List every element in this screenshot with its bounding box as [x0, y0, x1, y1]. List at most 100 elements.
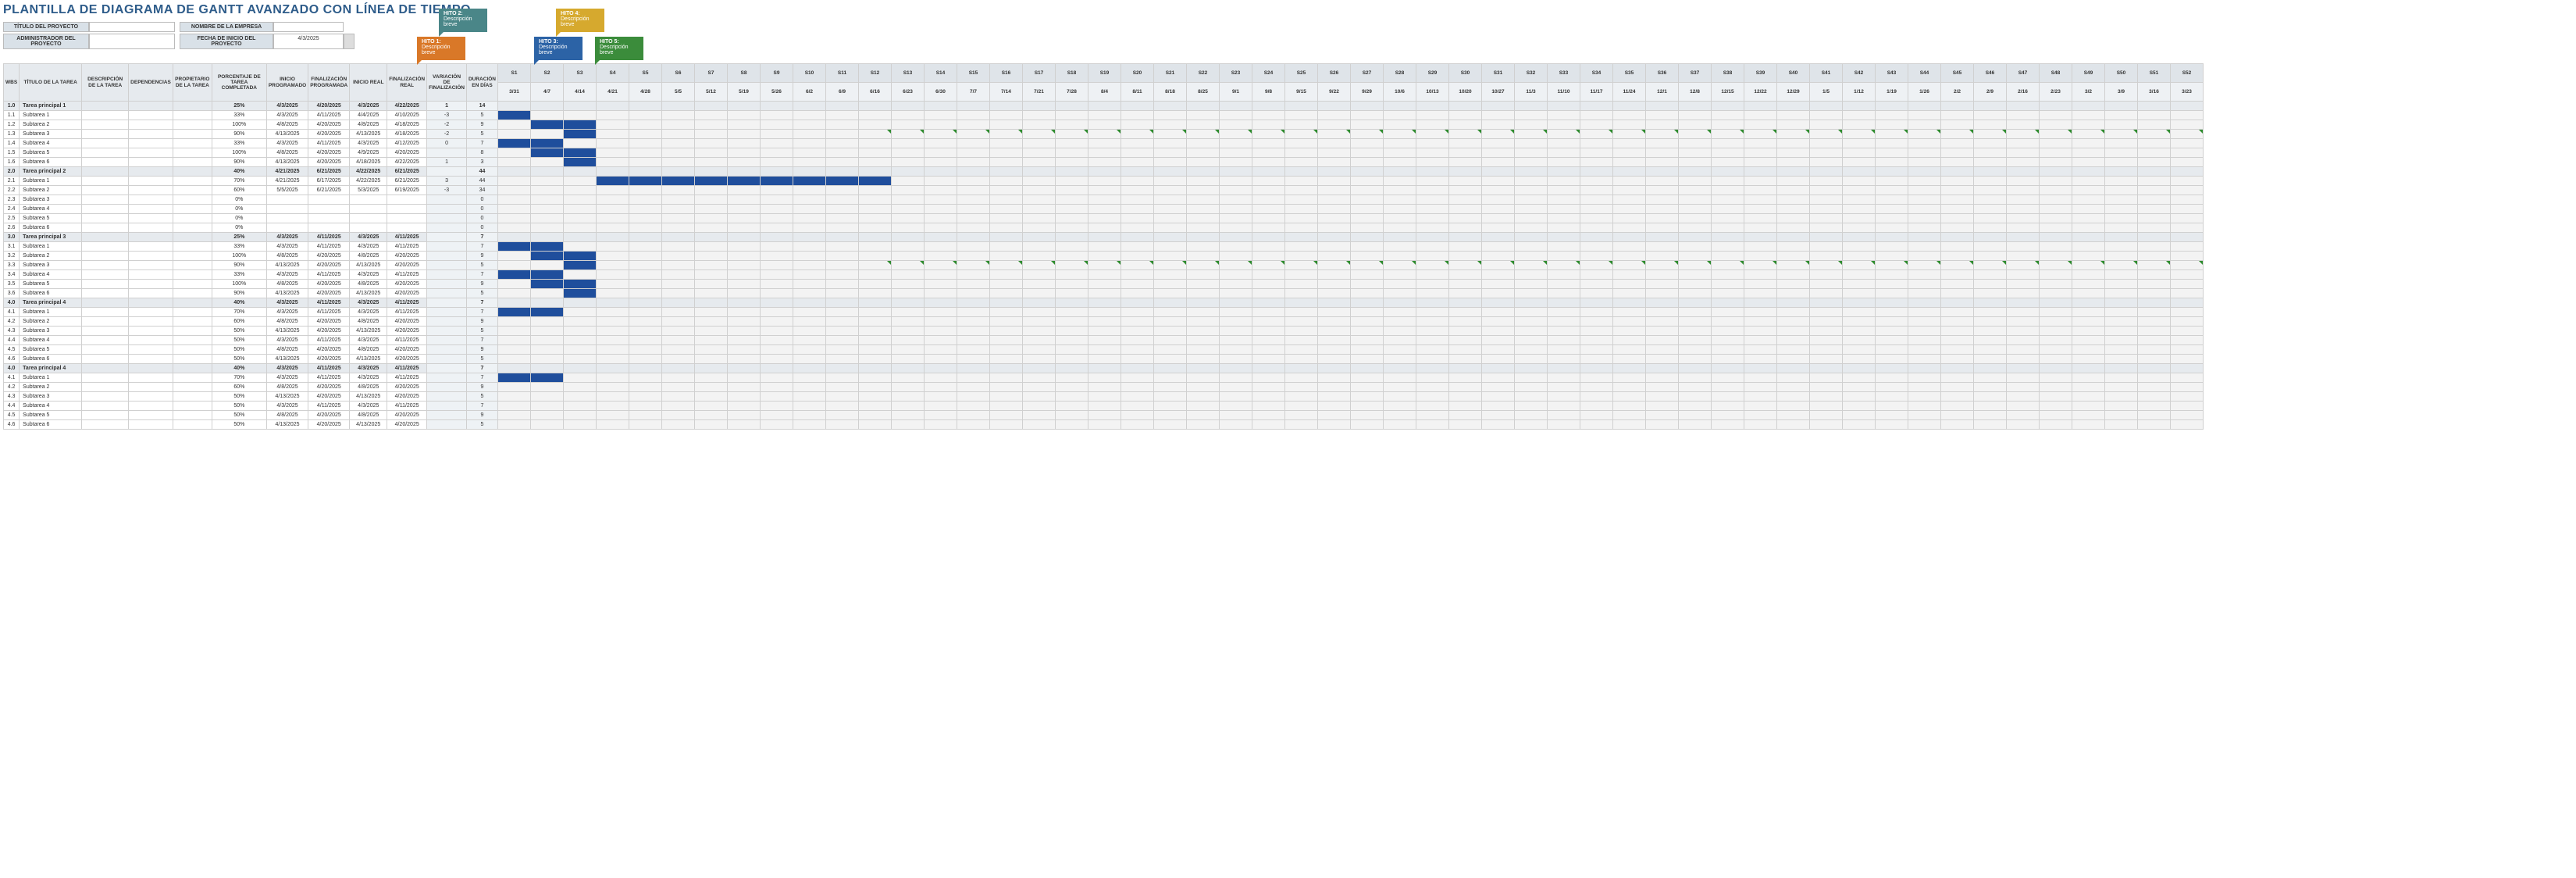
cell[interactable]: 4/11/2025 [308, 336, 350, 345]
gantt-cell[interactable] [1056, 317, 1088, 327]
day-header[interactable]: 3/16 [2138, 83, 2171, 102]
gantt-cell[interactable] [1384, 280, 1416, 289]
cell[interactable]: 4/20/2025 [308, 252, 350, 261]
gantt-cell[interactable] [1876, 270, 1908, 280]
gantt-cell[interactable] [2007, 111, 2040, 120]
gantt-cell[interactable] [1908, 289, 1941, 298]
gantt-cell[interactable] [695, 317, 728, 327]
gantt-cell[interactable] [1449, 233, 1482, 242]
gantt-cell[interactable] [1580, 223, 1613, 233]
gantt-cell[interactable] [1318, 130, 1351, 139]
gantt-cell[interactable] [695, 411, 728, 420]
gantt-cell[interactable] [1777, 308, 1810, 317]
gantt-cell[interactable] [2171, 139, 2204, 148]
gantt-cell[interactable] [564, 139, 597, 148]
gantt-cell[interactable] [1810, 364, 1843, 373]
gantt-cell[interactable] [859, 214, 892, 223]
gantt-cell[interactable] [859, 139, 892, 148]
day-header[interactable]: 10/13 [1416, 83, 1449, 102]
gantt-cell[interactable] [1712, 355, 1744, 364]
gantt-cell[interactable] [1876, 214, 1908, 223]
gantt-cell[interactable] [1908, 270, 1941, 280]
cell[interactable]: 9 [466, 383, 497, 392]
table-row[interactable]: 2.6Subtarea 60%0 [4, 223, 2204, 233]
gantt-cell[interactable] [1187, 336, 1220, 345]
gantt-cell[interactable] [1252, 130, 1285, 139]
gantt-cell[interactable] [498, 111, 531, 120]
gantt-cell[interactable] [1318, 411, 1351, 420]
day-header[interactable]: 4/7 [531, 83, 564, 102]
gantt-cell[interactable] [1646, 102, 1679, 111]
gantt-cell[interactable] [597, 195, 629, 205]
cell[interactable]: 4/11/2025 [387, 233, 427, 242]
gantt-cell[interactable] [1876, 373, 1908, 383]
gantt-cell[interactable] [695, 130, 728, 139]
gantt-cell[interactable] [990, 102, 1023, 111]
gantt-cell[interactable] [2105, 280, 2138, 289]
gantt-cell[interactable] [1974, 364, 2007, 373]
cell[interactable]: 90% [212, 261, 266, 270]
cell[interactable]: Subtarea 5 [20, 411, 82, 420]
gantt-cell[interactable] [1449, 420, 1482, 430]
gantt-cell[interactable] [1876, 289, 1908, 298]
cell[interactable]: Subtarea 6 [20, 158, 82, 167]
week-header[interactable]: S29 [1416, 64, 1449, 83]
gantt-cell[interactable] [1679, 373, 1712, 383]
day-header[interactable]: 6/30 [925, 83, 957, 102]
gantt-cell[interactable] [728, 214, 761, 223]
gantt-cell[interactable] [1220, 355, 1252, 364]
gantt-cell[interactable] [892, 280, 925, 289]
gantt-cell[interactable] [1056, 261, 1088, 270]
gantt-cell[interactable] [1318, 355, 1351, 364]
gantt-cell[interactable] [1515, 270, 1548, 280]
gantt-cell[interactable] [1777, 420, 1810, 430]
gantt-cell[interactable] [1154, 102, 1187, 111]
cell[interactable]: 0 [466, 195, 497, 205]
gantt-cell[interactable] [925, 327, 957, 336]
gantt-cell[interactable] [826, 420, 859, 430]
gantt-cell[interactable] [1777, 158, 1810, 167]
gantt-cell[interactable] [761, 139, 793, 148]
gantt-cell[interactable] [662, 280, 695, 289]
gantt-cell[interactable] [761, 233, 793, 242]
gantt-cell[interactable] [629, 177, 662, 186]
gantt-cell[interactable] [859, 317, 892, 327]
gantt-cell[interactable] [826, 186, 859, 195]
gantt-cell[interactable] [1679, 420, 1712, 430]
cell[interactable]: 4.1 [4, 373, 20, 383]
gantt-cell[interactable] [1876, 383, 1908, 392]
gantt-cell[interactable] [2072, 233, 2105, 242]
gantt-cell[interactable] [1023, 270, 1056, 280]
gantt-cell[interactable] [1121, 139, 1154, 148]
gantt-cell[interactable] [2171, 345, 2204, 355]
cell[interactable]: 4/8/2025 [350, 252, 387, 261]
gantt-cell[interactable] [1744, 111, 1777, 120]
gantt-cell[interactable] [1449, 345, 1482, 355]
cell[interactable] [129, 242, 173, 252]
gantt-cell[interactable] [1613, 298, 1646, 308]
gantt-cell[interactable] [1056, 289, 1088, 298]
gantt-cell[interactable] [662, 289, 695, 298]
gantt-cell[interactable] [1679, 411, 1712, 420]
gantt-cell[interactable] [1810, 120, 1843, 130]
gantt-cell[interactable] [1056, 280, 1088, 289]
gantt-cell[interactable] [1548, 308, 1580, 317]
gantt-cell[interactable] [1876, 102, 1908, 111]
gantt-cell[interactable] [1482, 252, 1515, 261]
gantt-cell[interactable] [1023, 373, 1056, 383]
gantt-cell[interactable] [1646, 223, 1679, 233]
cell[interactable]: 4/20/2025 [387, 327, 427, 336]
gantt-cell[interactable] [1154, 158, 1187, 167]
gantt-cell[interactable] [1416, 270, 1449, 280]
cell[interactable]: 4/9/2025 [350, 148, 387, 158]
gantt-cell[interactable] [1384, 402, 1416, 411]
cell[interactable]: 44 [466, 177, 497, 186]
gantt-cell[interactable] [1449, 186, 1482, 195]
gantt-cell[interactable] [1974, 130, 2007, 139]
gantt-cell[interactable] [1220, 261, 1252, 270]
cell[interactable] [173, 402, 212, 411]
gantt-cell[interactable] [597, 177, 629, 186]
gantt-cell[interactable] [1154, 148, 1187, 158]
gantt-cell[interactable] [1056, 139, 1088, 148]
gantt-cell[interactable] [1646, 364, 1679, 373]
